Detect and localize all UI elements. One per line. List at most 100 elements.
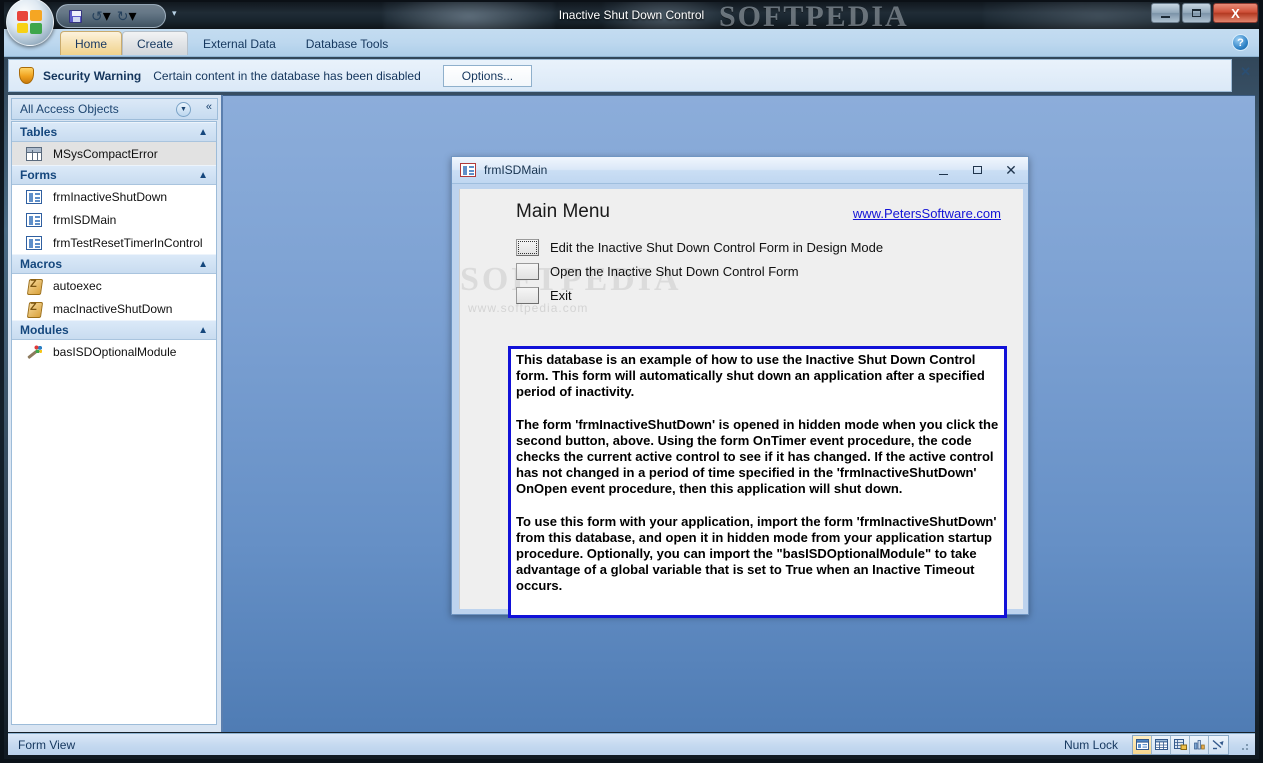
layout-view-button[interactable] [1209,735,1228,754]
macro-icon [26,301,42,316]
navigation-pane-title: All Access Objects [20,102,119,116]
form-window-title-bar: frmISDMain ✕ [452,157,1028,184]
nav-item-label: frmISDMain [53,212,117,227]
group-label: Tables [20,125,58,139]
security-warning-bar: Security Warning Certain content in the … [8,59,1232,92]
nav-item-label: basISDOptionalModule [53,344,177,359]
description-textbox: This database is an example of how to us… [508,346,1007,618]
navigation-pane: All Access Objects ▼ « Tables ▲ MSysComp… [8,95,223,732]
undo-dropdown-icon[interactable]: ▾ [103,6,111,26]
group-label: Modules [20,323,69,337]
page-title: Main Menu [516,201,610,222]
chevron-up-icon[interactable]: ▲ [198,325,208,336]
workspace: All Access Objects ▼ « Tables ▲ MSysComp… [8,95,1255,732]
maximize-button[interactable] [1182,3,1211,23]
group-header-tables[interactable]: Tables ▲ [12,122,216,142]
group-label: Macros [20,257,63,271]
pivottable-view-button[interactable] [1171,735,1190,754]
form-icon [26,189,42,204]
module-icon [26,344,42,359]
description-paragraph: The form 'frmInactiveShutDown' is opened… [516,416,999,497]
tab-external-data[interactable]: External Data [188,31,291,55]
nav-item-autoexec[interactable]: autoexec [12,274,216,297]
ribbon-tab-strip: Home Create External Data Database Tools… [4,29,1259,57]
tab-home[interactable]: Home [60,31,123,55]
form-icon [460,163,476,177]
title-bar: SOFTPEDIA Inactive Shut Down Control [4,2,1259,29]
datasheet-view-button[interactable] [1152,735,1171,754]
menu-row-edit: Edit the Inactive Shut Down Control Form… [516,239,883,256]
close-security-bar-icon[interactable]: ✕ [1240,64,1251,80]
redo-dropdown-icon[interactable]: ▾ [129,6,137,26]
num-lock-indicator: Num Lock [1063,737,1118,752]
chevron-up-icon[interactable]: ▲ [198,259,208,270]
minimize-button[interactable] [1151,3,1180,23]
menu-label: Open the Inactive Shut Down Control Form [550,264,799,279]
options-button[interactable]: Options... [442,64,533,87]
form-icon [26,235,42,250]
redo-icon[interactable]: ↻ [111,8,129,25]
macro-icon [26,278,42,293]
petersoftware-link[interactable]: www.PetersSoftware.com [853,206,1001,221]
tab-database-tools[interactable]: Database Tools [291,31,404,55]
save-icon[interactable] [65,9,85,23]
form-window-title: frmISDMain [484,163,548,177]
nav-item-basisdoptionalmodule[interactable]: basISDOptionalModule [12,340,216,363]
form-icon [26,212,42,227]
help-icon[interactable]: ? [1232,34,1249,51]
form-minimize-button[interactable] [926,158,960,182]
group-header-modules[interactable]: Modules ▲ [12,320,216,340]
menu-label: Edit the Inactive Shut Down Control Form… [550,240,884,255]
quick-access-toolbar: ↺ ▾ ↻ ▾ [56,4,166,28]
pivotchart-view-button[interactable] [1190,735,1209,754]
nav-item-frminactiveshutdown[interactable]: frmInactiveShutDown [12,185,216,208]
exit-button[interactable] [516,287,539,304]
resize-grip-icon[interactable] [1237,738,1251,752]
shield-icon [19,67,34,84]
view-switcher [1132,734,1229,755]
menu-row-exit: Exit [516,287,572,304]
security-warning-title: Security Warning [43,68,142,83]
form-restore-button[interactable] [960,158,994,182]
menu-row-open: Open the Inactive Shut Down Control Form [516,263,799,280]
edit-design-mode-button[interactable] [516,239,539,256]
close-button[interactable]: X [1213,3,1258,23]
description-paragraph: This database is an example of how to us… [516,352,985,400]
window-controls: X [1151,3,1258,23]
nav-item-label: autoexec [53,278,102,293]
form-close-button[interactable]: ✕ [994,158,1028,182]
form-window: frmISDMain ✕ SOFTPEDIA www.softpedia.com… [451,156,1029,618]
security-warning-message: Certain content in the database has been… [153,68,421,83]
collapse-pane-icon[interactable]: « [206,101,212,113]
navigation-pane-header[interactable]: All Access Objects ▼ « [11,98,218,120]
nav-item-macinactiveshutdown[interactable]: macInactiveShutDown [12,297,216,320]
chevron-down-icon[interactable]: ▼ [176,102,191,117]
office-logo-icon [17,10,43,34]
nav-item-frmtestresettimerincontrol[interactable]: frmTestResetTimerInControl [12,231,216,254]
office-button[interactable] [6,0,54,46]
nav-item-label: macInactiveShutDown [53,301,173,316]
application-window: SOFTPEDIA Inactive Shut Down Control X ↺… [0,0,1263,763]
menu-label: Exit [550,288,572,303]
group-header-forms[interactable]: Forms ▲ [12,165,216,185]
status-view-label: Form View [18,737,76,752]
nav-item-label: MSysCompactError [53,146,158,161]
table-icon [26,146,42,161]
nav-item-frmisdmain[interactable]: frmISDMain [12,208,216,231]
nav-item-label: frmInactiveShutDown [53,189,168,204]
navigation-pane-body: Tables ▲ MSysCompactError Forms ▲ frmIna… [11,121,217,725]
form-view-button[interactable] [1133,735,1152,754]
status-bar: Form View Num Lock [8,733,1255,755]
nav-item-label: frmTestResetTimerInControl [53,235,203,250]
form-window-controls: ✕ [926,158,1028,182]
chevron-up-icon[interactable]: ▲ [198,127,208,138]
group-label: Forms [20,168,57,182]
window-title: Inactive Shut Down Control [558,8,705,22]
nav-item-msyscompacterror[interactable]: MSysCompactError [12,142,216,165]
chevron-up-icon[interactable]: ▲ [198,170,208,181]
open-form-button[interactable] [516,263,539,280]
tab-create[interactable]: Create [122,31,189,55]
customize-qat-icon[interactable]: ▾ [172,8,177,19]
undo-icon[interactable]: ↺ [85,8,103,25]
group-header-macros[interactable]: Macros ▲ [12,254,216,274]
